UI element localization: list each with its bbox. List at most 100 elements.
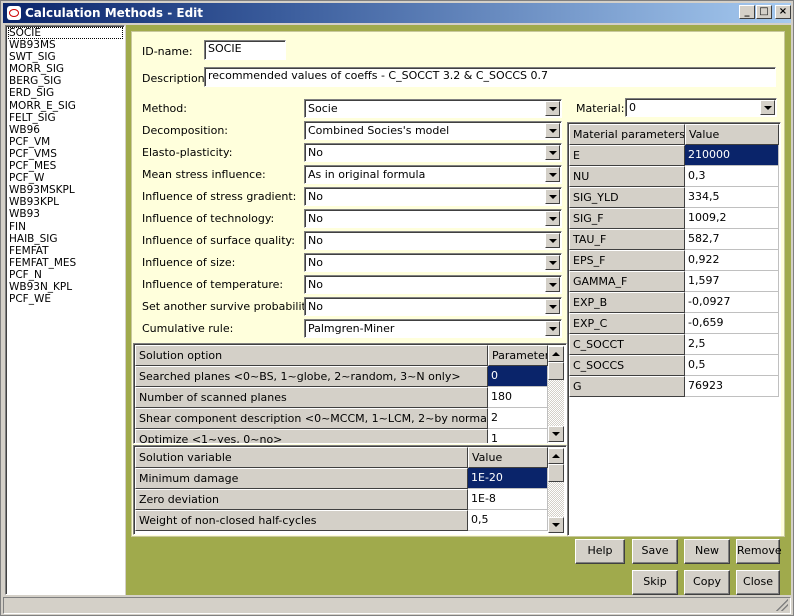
value-cell[interactable]: 1,597 xyxy=(685,271,779,292)
title-bar[interactable]: Calculation Methods - Edit xyxy=(3,3,791,23)
list-item[interactable]: HAIB_SIG xyxy=(8,233,124,245)
list-item[interactable]: PCF_VM xyxy=(8,136,124,148)
chevron-down-icon[interactable] xyxy=(545,255,560,270)
option-select-value: No xyxy=(308,146,323,159)
list-item[interactable]: SWT_SIG xyxy=(8,51,124,63)
value-cell[interactable]: 1E-8 xyxy=(468,489,548,510)
option-select[interactable]: No xyxy=(304,187,562,206)
copy-button[interactable]: Copy xyxy=(684,570,730,595)
description-input[interactable]: recommended values of coeffs - C_SOCCT 3… xyxy=(204,67,776,87)
option-select[interactable]: Combined Socies's model xyxy=(304,121,562,140)
chevron-down-icon[interactable] xyxy=(545,233,560,248)
value-cell[interactable]: 76923 xyxy=(685,376,779,397)
material-select[interactable]: 0 xyxy=(625,98,777,117)
solution-options-grid[interactable]: Solution option Parameter Searched planes … xyxy=(133,343,567,444)
list-item[interactable]: PCF_VMS xyxy=(8,148,124,160)
help-button[interactable]: Help xyxy=(575,539,625,564)
value-cell[interactable]: 0,922 xyxy=(685,250,779,271)
list-item[interactable]: WB93N_KPL xyxy=(8,281,124,293)
maximize-button[interactable]: □ xyxy=(756,5,772,19)
list-item[interactable]: PCF_W xyxy=(8,172,124,184)
option-select[interactable]: No xyxy=(304,209,562,228)
value-cell[interactable]: 2,5 xyxy=(685,334,779,355)
value-cell[interactable]: 2 xyxy=(488,408,548,429)
option-select[interactable]: No xyxy=(304,275,562,294)
scroll-down-icon[interactable] xyxy=(548,426,564,442)
save-button[interactable]: Save xyxy=(632,539,678,564)
value-cell[interactable]: -0,0927 xyxy=(685,292,779,313)
chevron-down-icon[interactable] xyxy=(760,100,775,115)
value-cell[interactable]: 210000 xyxy=(685,145,779,166)
row-name-cell: C_SOCCS xyxy=(569,355,685,376)
close-button[interactable]: Close xyxy=(736,570,780,595)
list-item[interactable]: BERG_SIG xyxy=(8,75,124,87)
list-item[interactable]: WB96 xyxy=(8,124,124,136)
option-select[interactable]: Socie xyxy=(304,99,562,118)
option-select[interactable]: No xyxy=(304,143,562,162)
list-item[interactable]: FIN xyxy=(8,221,124,233)
option-select[interactable]: As in original formula xyxy=(304,165,562,184)
scroll-thumb[interactable] xyxy=(548,362,564,380)
minimize-button[interactable]: _ xyxy=(739,5,755,19)
list-item[interactable]: SOCIE xyxy=(8,27,123,40)
methods-listbox[interactable]: SOCIE WB93MS SWT_SIG MORR_SIG BERG_SIG ERD_SI… xyxy=(5,25,125,595)
list-item[interactable]: PCF_MES xyxy=(8,160,124,172)
chevron-down-icon[interactable] xyxy=(545,321,560,336)
solution-variables-grid[interactable]: Solution variable Value Minimum damage 1E-2… xyxy=(133,445,567,535)
chevron-down-icon[interactable] xyxy=(545,211,560,226)
remove-button-label: Remove xyxy=(737,544,782,557)
value-cell[interactable]: 1009,2 xyxy=(685,208,779,229)
close-window-button[interactable]: × xyxy=(775,5,791,19)
list-item[interactable]: PCF_WE xyxy=(8,293,124,305)
solution-options-scrollbar[interactable] xyxy=(548,346,564,442)
list-item[interactable]: WB93MS xyxy=(8,39,124,51)
option-select[interactable]: Palmgren-Miner xyxy=(304,319,562,338)
value-cell[interactable]: 1 xyxy=(488,429,548,443)
list-item[interactable]: FELT_SIG xyxy=(8,112,124,124)
status-bar xyxy=(3,597,791,614)
solution-variables-scrollbar[interactable] xyxy=(548,448,564,533)
value-cell[interactable]: 582,7 xyxy=(685,229,779,250)
value-cell[interactable]: -0,659 xyxy=(685,313,779,334)
list-item[interactable]: FEMFAT_MES xyxy=(8,257,124,269)
new-button[interactable]: New xyxy=(684,539,730,564)
material-parameters-grid[interactable]: Material parameters Value E 210000 NU 0,3 SIG_… xyxy=(567,122,781,536)
new-button-label: New xyxy=(695,544,719,557)
scroll-up-icon[interactable] xyxy=(548,448,564,464)
list-item[interactable]: MORR_E_SIG xyxy=(8,100,124,112)
list-item[interactable]: WB93KPL xyxy=(8,196,124,208)
chevron-down-icon[interactable] xyxy=(545,299,560,314)
list-item[interactable]: WB93 xyxy=(8,208,124,220)
description-label: Description: xyxy=(142,72,209,85)
remove-button[interactable]: Remove xyxy=(736,539,782,564)
value-cell[interactable]: 0 xyxy=(488,366,548,387)
chevron-down-icon[interactable] xyxy=(545,101,560,116)
list-item[interactable]: PCF_N xyxy=(8,269,124,281)
option-select[interactable]: No xyxy=(304,231,562,250)
list-item[interactable]: WB93MSKPL xyxy=(8,184,124,196)
value-cell[interactable]: 0,3 xyxy=(685,166,779,187)
chevron-down-icon[interactable] xyxy=(545,145,560,160)
resize-grip-icon[interactable] xyxy=(776,599,788,611)
value-cell[interactable]: 0,5 xyxy=(685,355,779,376)
list-item[interactable]: ERD_SIG xyxy=(8,87,124,99)
list-item[interactable]: MORR_SIG xyxy=(8,63,124,75)
scroll-up-icon[interactable] xyxy=(548,346,564,362)
option-select[interactable]: No xyxy=(304,253,562,272)
id-name-input[interactable]: SOCIE xyxy=(204,40,286,60)
value-cell[interactable]: 180 xyxy=(488,387,548,408)
option-select[interactable]: No xyxy=(304,297,562,316)
copy-button-label: Copy xyxy=(693,575,721,588)
chevron-down-icon[interactable] xyxy=(545,189,560,204)
chevron-down-icon[interactable] xyxy=(545,123,560,138)
value-cell[interactable]: 1E-20 xyxy=(468,468,548,489)
chevron-down-icon[interactable] xyxy=(545,167,560,182)
value-cell[interactable]: 334,5 xyxy=(685,187,779,208)
scroll-down-icon[interactable] xyxy=(548,517,564,533)
value-cell[interactable]: 0,5 xyxy=(468,510,548,531)
list-item[interactable]: FEMFAT xyxy=(8,245,124,257)
scroll-thumb[interactable] xyxy=(548,464,564,482)
option-select-value: No xyxy=(308,256,323,269)
skip-button[interactable]: Skip xyxy=(632,570,678,595)
chevron-down-icon[interactable] xyxy=(545,277,560,292)
